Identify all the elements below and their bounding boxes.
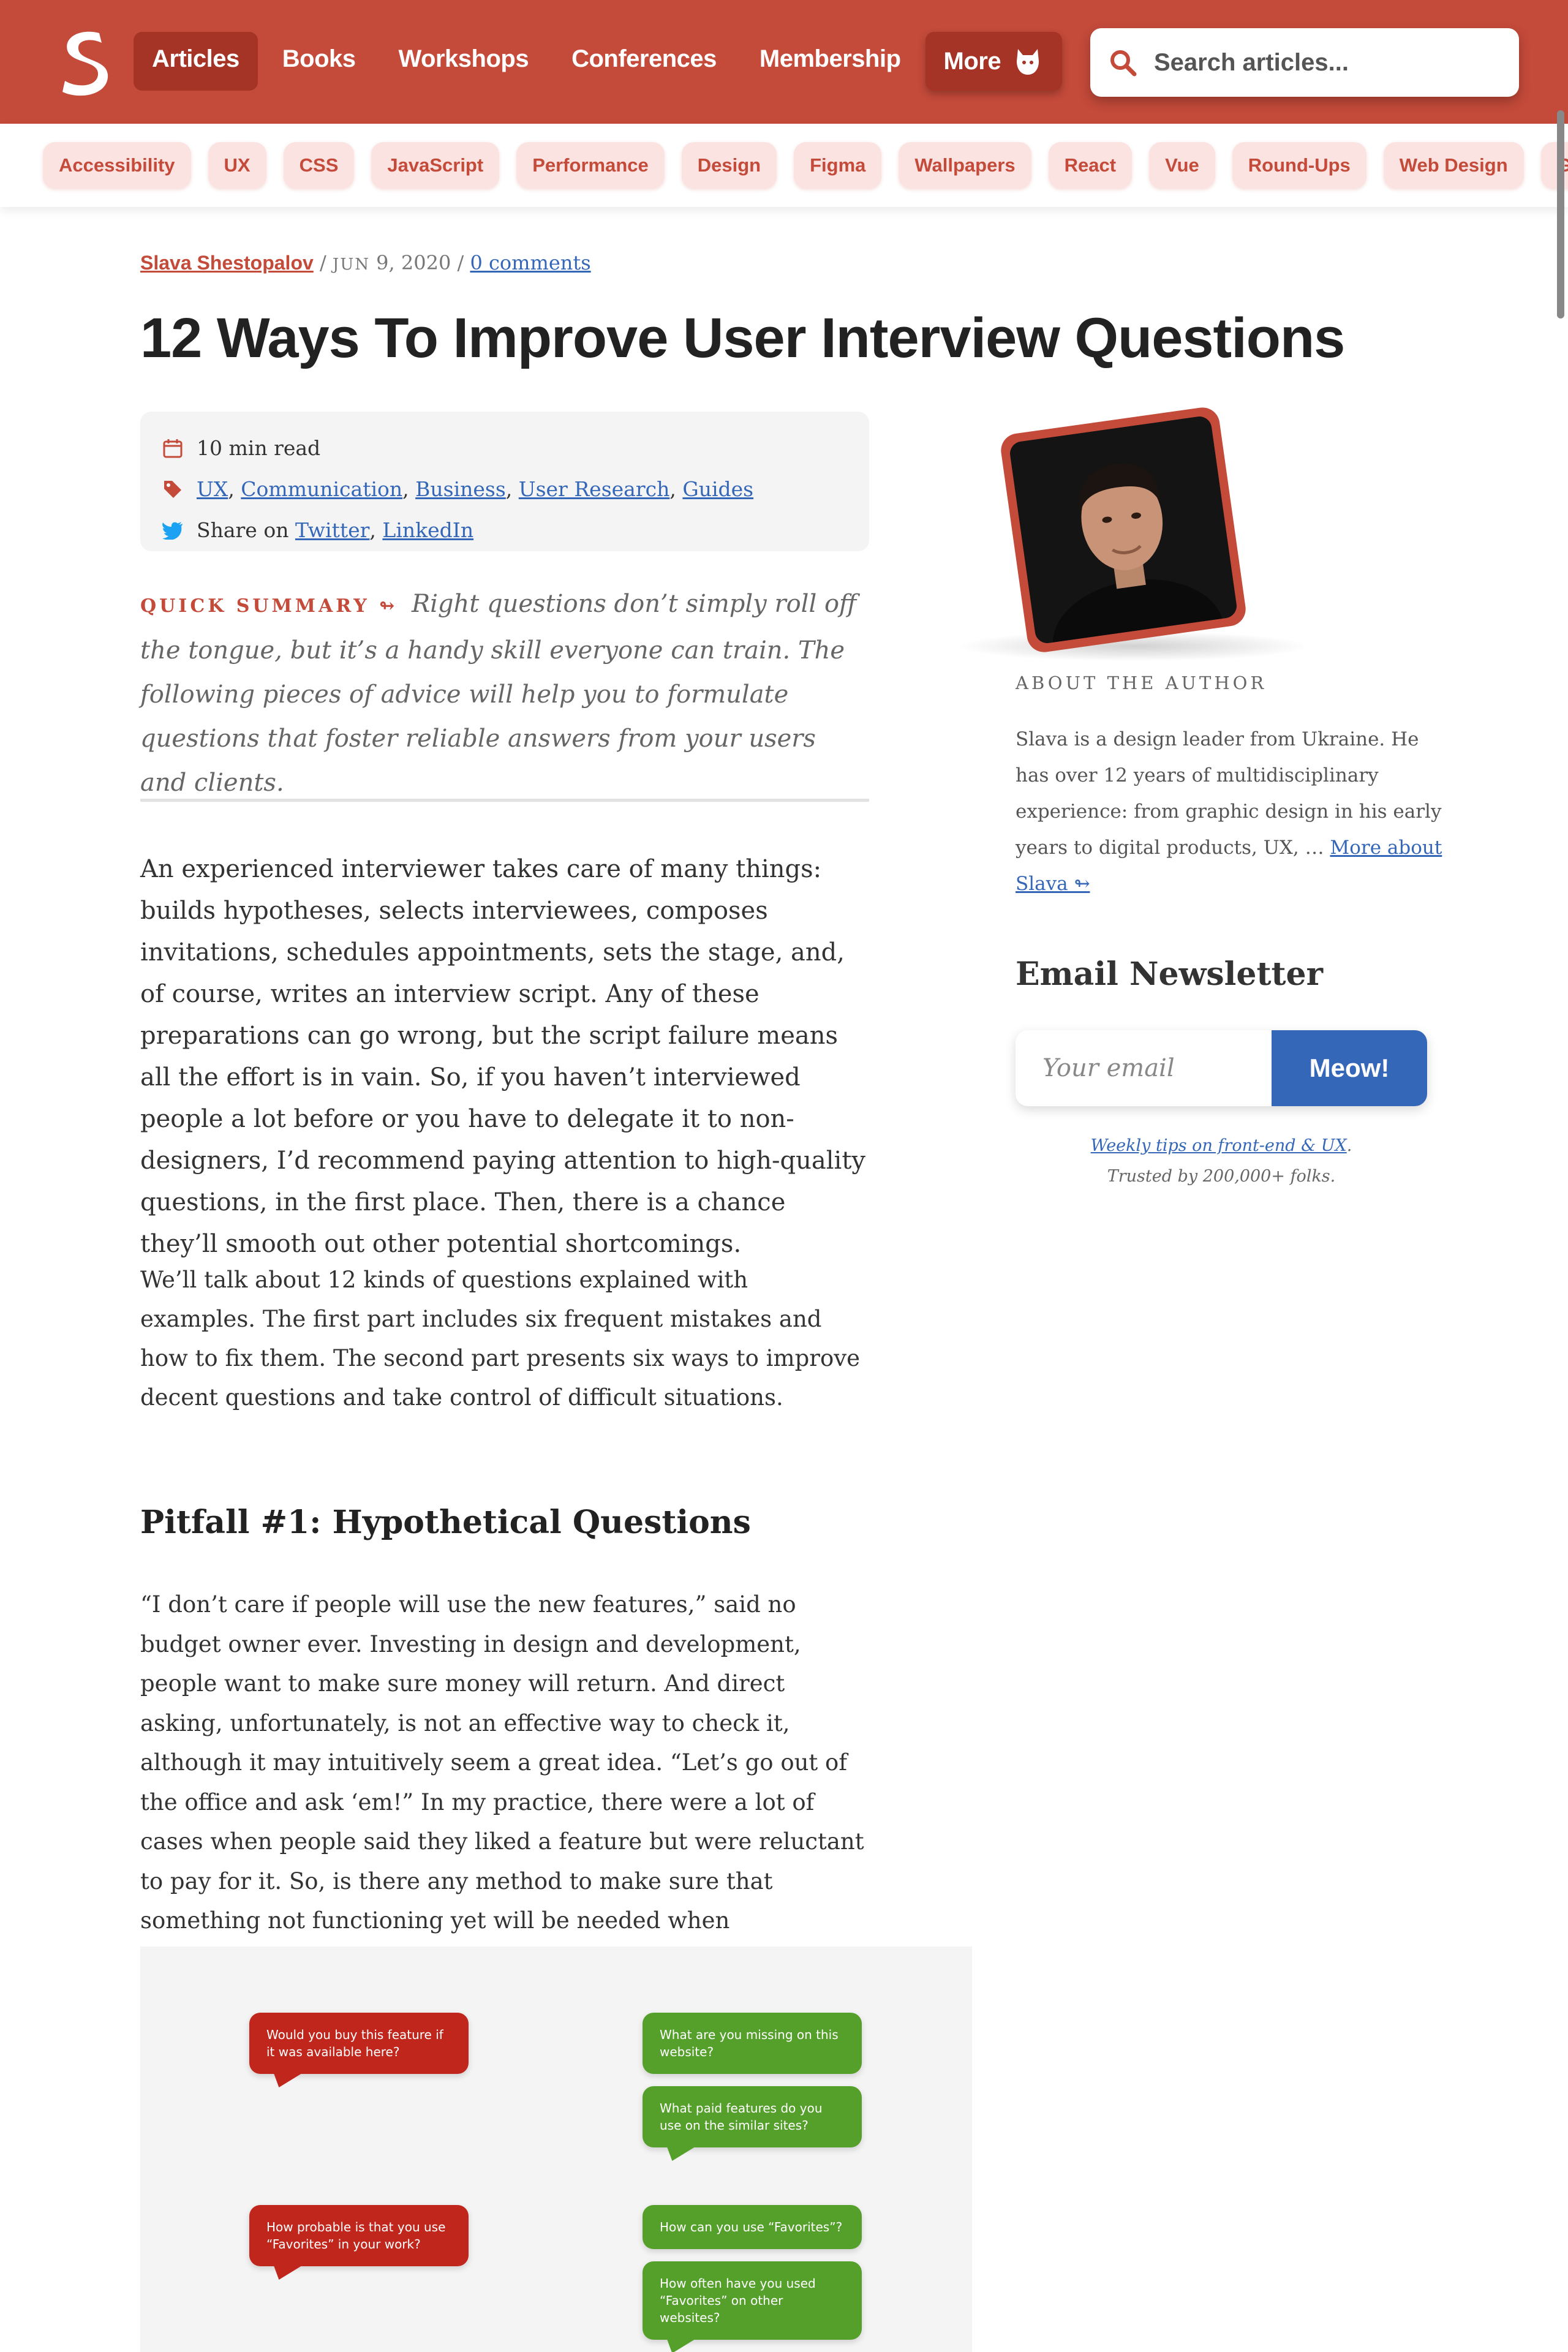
article-info-box: 10 min read UX, Communication, Business,… bbox=[140, 412, 869, 551]
page-scrollbar[interactable] bbox=[1557, 110, 1564, 318]
topic-tag[interactable]: Round-Ups bbox=[1232, 142, 1366, 189]
quick-summary: QUICK SUMMARY ↬ Right questions don’t si… bbox=[140, 582, 869, 805]
twitter-icon bbox=[162, 521, 183, 540]
article-tag-link[interactable]: Communication bbox=[241, 477, 402, 501]
nav-books[interactable]: Books bbox=[264, 32, 374, 91]
search-icon bbox=[1110, 50, 1137, 77]
meta-separator: / bbox=[319, 251, 333, 274]
site-header: Articles Books Workshops Conferences Mem… bbox=[0, 0, 1568, 124]
body-paragraph: An experienced interviewer takes care of… bbox=[140, 855, 866, 1258]
good-question-bubble: What are you missing on this website? bbox=[643, 2013, 862, 2074]
author-link[interactable]: Slava Shestopalov bbox=[140, 252, 314, 274]
quick-summary-text: Right questions don’t simply roll off th… bbox=[140, 590, 857, 797]
topic-tag[interactable]: Performance bbox=[516, 142, 665, 189]
topic-tag[interactable]: Accessibility bbox=[43, 142, 191, 189]
meta-separator: / bbox=[457, 251, 470, 274]
topic-bar: Accessibility UX CSS JavaScript Performa… bbox=[0, 124, 1568, 207]
good-question-bubble: What paid features do you use on the sim… bbox=[643, 2086, 862, 2147]
article-tag-link[interactable]: Business bbox=[415, 477, 506, 501]
read-time: 10 min read bbox=[197, 436, 321, 460]
bad-question-bubble: Would you buy this feature if it was ava… bbox=[249, 2013, 469, 2074]
tag-icon bbox=[164, 480, 181, 498]
calendar-icon bbox=[163, 439, 183, 458]
body-paragraph: “I don’t care if people will use the new… bbox=[140, 1591, 864, 1973]
date-rest: 9, 2020 bbox=[376, 251, 451, 274]
email-field[interactable]: Your email bbox=[1016, 1030, 1272, 1106]
good-question-bubble: How can you use “Favorites”? bbox=[643, 2205, 862, 2249]
author-bio: Slava is a design leader from Ukraine. H… bbox=[1016, 722, 1444, 902]
quick-summary-label: QUICK SUMMARY ↬ bbox=[140, 595, 398, 617]
newsletter-tips-link[interactable]: Weekly tips on front-end & UX bbox=[1091, 1136, 1347, 1155]
page-title: 12 Ways To Improve User Interview Questi… bbox=[140, 307, 1345, 369]
article-tag-link[interactable]: UX bbox=[197, 477, 228, 501]
section-heading: Pitfall #1: Hypothetical Questions bbox=[140, 1504, 751, 1541]
nav-workshops[interactable]: Workshops bbox=[380, 32, 548, 91]
topic-tag[interactable]: Web Design bbox=[1383, 142, 1524, 189]
search-box[interactable]: Search articles... bbox=[1090, 28, 1519, 97]
share-linkedin-link[interactable]: LinkedIn bbox=[382, 518, 473, 542]
nav-conferences[interactable]: Conferences bbox=[553, 32, 735, 91]
main-nav: Articles Books Workshops Conferences Mem… bbox=[134, 32, 1063, 91]
newsletter-title: Email Newsletter bbox=[1016, 956, 1323, 993]
author-photo-icon bbox=[1008, 415, 1238, 645]
date-month: JUN bbox=[332, 255, 370, 274]
article-meta: Slava Shestopalov / JUN 9, 2020 / 0 comm… bbox=[140, 251, 591, 274]
newsletter-form: Your email Meow! bbox=[1016, 1030, 1427, 1106]
topic-tag[interactable]: Vue bbox=[1149, 142, 1215, 189]
article-tag-link[interactable]: User Research bbox=[519, 477, 670, 501]
topic-tag[interactable]: UX bbox=[208, 142, 266, 189]
nav-more-button[interactable]: More bbox=[925, 32, 1063, 91]
topic-tag[interactable]: Figma bbox=[794, 142, 882, 189]
cat-icon bbox=[1017, 49, 1039, 75]
article-tag-link[interactable]: Guides bbox=[682, 477, 753, 501]
bad-question-bubble: How probable is that you use “Favorites”… bbox=[249, 2205, 469, 2266]
share-prefix: Share on bbox=[197, 518, 289, 542]
article-tags: UX, Communication, Business, User Resear… bbox=[197, 477, 754, 501]
newsletter-note: Weekly tips on front-end & UX. Trusted b… bbox=[1090, 1136, 1352, 1186]
search-input[interactable]: Search articles... bbox=[1154, 49, 1349, 77]
topic-tag[interactable]: JavaScript bbox=[371, 142, 500, 189]
topic-tag[interactable]: React bbox=[1048, 142, 1133, 189]
nav-articles[interactable]: Articles bbox=[134, 32, 258, 91]
topic-tag[interactable]: Design bbox=[681, 142, 777, 189]
good-question-bubble: How often have you used “Favorites” on o… bbox=[643, 2261, 862, 2340]
nav-membership[interactable]: Membership bbox=[741, 32, 919, 91]
share-twitter-link[interactable]: Twitter bbox=[295, 518, 369, 542]
body-paragraph: We’ll talk about 12 kinds of questions e… bbox=[140, 1267, 861, 1411]
smashing-logo-icon[interactable] bbox=[56, 28, 115, 99]
summary-divider bbox=[140, 799, 869, 802]
topic-tag[interactable]: CSS bbox=[283, 142, 355, 189]
nav-more-label: More bbox=[943, 47, 1001, 75]
newsletter-trust-text: Trusted by 200,000+ folks. bbox=[1107, 1167, 1336, 1186]
subscribe-button[interactable]: Meow! bbox=[1272, 1030, 1427, 1106]
topic-tag[interactable]: Wallpapers bbox=[899, 142, 1031, 189]
about-author-label: ABOUT THE AUTHOR bbox=[1016, 673, 1267, 693]
question-comparison-figure: Would you buy this feature if it was ava… bbox=[140, 1947, 972, 2352]
comments-link[interactable]: 0 comments bbox=[470, 251, 590, 274]
author-avatar[interactable] bbox=[998, 405, 1248, 655]
